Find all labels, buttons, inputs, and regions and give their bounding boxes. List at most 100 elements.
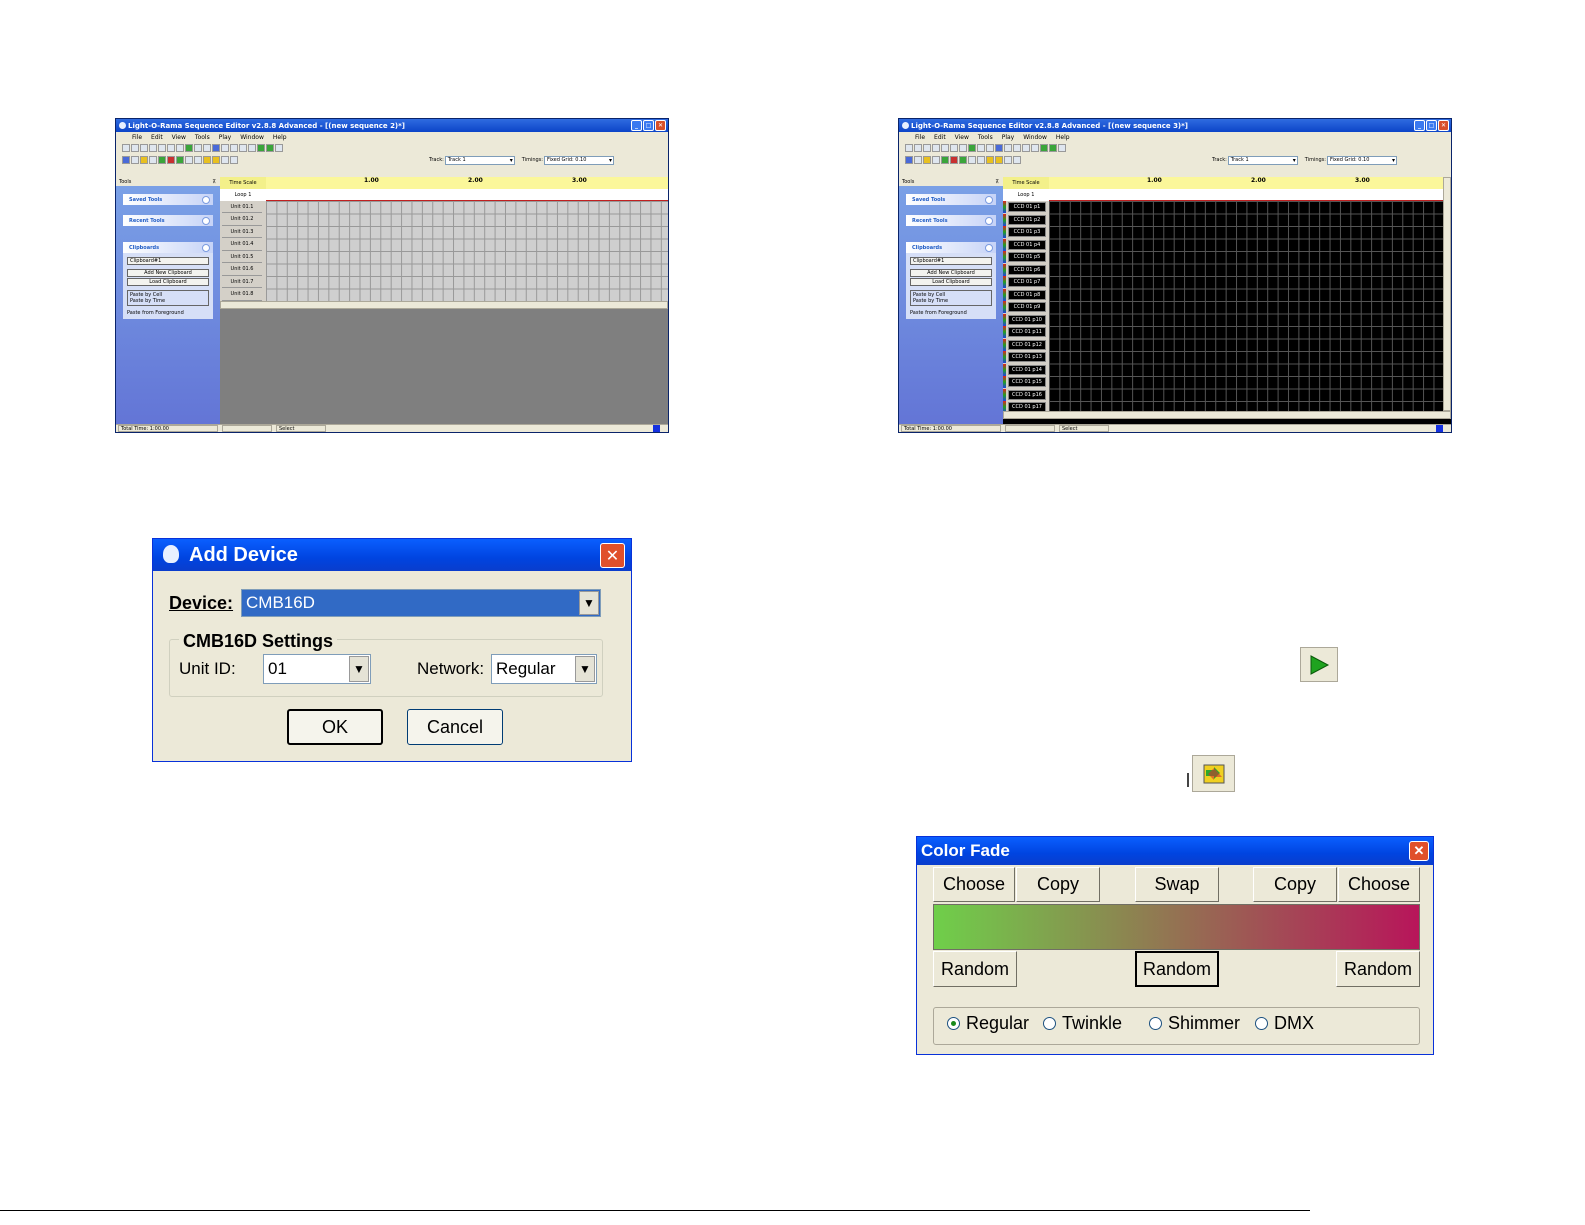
close-button[interactable]: ✕ bbox=[655, 120, 666, 131]
rgb-icon[interactable] bbox=[194, 156, 202, 164]
refresh-icon[interactable] bbox=[968, 144, 976, 152]
chevron-down-icon[interactable]: ▼ bbox=[575, 656, 595, 682]
paste-foreground-checkbox[interactable]: Paste from Foreground bbox=[910, 310, 992, 316]
clock-icon[interactable] bbox=[230, 144, 238, 152]
channel-label[interactable]: Unit 01.5 bbox=[222, 251, 262, 263]
intensity-icon[interactable] bbox=[959, 156, 967, 164]
new-icon[interactable] bbox=[905, 144, 913, 152]
channel-label[interactable]: Unit 01.3 bbox=[222, 226, 262, 238]
redo-icon[interactable] bbox=[986, 144, 994, 152]
load-clipboard-button[interactable]: Load Clipboard bbox=[910, 278, 992, 286]
shimmer-icon[interactable] bbox=[932, 156, 940, 164]
on-icon[interactable] bbox=[131, 156, 139, 164]
save-icon[interactable] bbox=[140, 144, 148, 152]
add-clipboard-button[interactable]: Add New Clipboard bbox=[910, 269, 992, 277]
ok-button[interactable]: OK bbox=[287, 709, 383, 745]
saved-tools-pane[interactable]: Saved Tools bbox=[123, 194, 213, 205]
pointer-icon[interactable] bbox=[122, 156, 130, 164]
menu-play[interactable]: Play bbox=[1002, 134, 1015, 141]
twinkle-radio[interactable]: Twinkle bbox=[1043, 1013, 1122, 1034]
copy-icon[interactable] bbox=[950, 144, 958, 152]
minimize-button[interactable]: _ bbox=[631, 120, 642, 131]
swap-button[interactable]: Swap bbox=[1135, 867, 1219, 902]
copy-start-button[interactable]: Copy bbox=[1016, 867, 1100, 902]
play-button[interactable] bbox=[1300, 647, 1338, 682]
undo-icon[interactable] bbox=[194, 144, 202, 152]
maximize-button[interactable]: □ bbox=[643, 120, 654, 131]
grid-icon[interactable] bbox=[1004, 144, 1012, 152]
color-fade-icon[interactable] bbox=[203, 156, 211, 164]
close-button[interactable]: ✕ bbox=[1438, 120, 1449, 131]
rgb-icon[interactable] bbox=[977, 156, 985, 164]
channel-label[interactable]: CCD 01 p5 bbox=[1008, 252, 1046, 262]
horizontal-scrollbar[interactable] bbox=[220, 301, 668, 309]
undo-icon[interactable] bbox=[977, 144, 985, 152]
channel-label[interactable]: CCD 01 p14 bbox=[1008, 364, 1046, 375]
track-select[interactable]: Track 1 bbox=[444, 155, 515, 165]
clock-icon[interactable] bbox=[1013, 144, 1021, 152]
fade-up-icon[interactable] bbox=[941, 156, 949, 164]
channel-label[interactable]: CCD 01 p10 bbox=[1008, 314, 1046, 325]
timings-select[interactable]: Fixed Grid: 0.10 bbox=[543, 155, 614, 165]
menu-window[interactable]: Window bbox=[1023, 134, 1047, 141]
channel-label[interactable]: CCD 01 p6 bbox=[1008, 264, 1046, 275]
paste-icon[interactable] bbox=[959, 144, 967, 152]
channel-grid[interactable] bbox=[1049, 201, 1443, 411]
menu-file[interactable]: File bbox=[915, 134, 925, 141]
maximize-button[interactable]: □ bbox=[1426, 120, 1437, 131]
channel-label[interactable]: Unit 01.7 bbox=[222, 276, 262, 288]
channel-label[interactable]: CCD 01 p11 bbox=[1008, 327, 1046, 337]
print-icon[interactable] bbox=[1031, 144, 1039, 152]
channel-label[interactable]: Unit 01.8 bbox=[222, 288, 262, 301]
zoom-icon[interactable] bbox=[212, 144, 220, 152]
color-icon[interactable] bbox=[185, 156, 193, 164]
fade-down-icon[interactable] bbox=[950, 156, 958, 164]
channel-label[interactable]: CCD 01 p15 bbox=[1008, 377, 1046, 387]
color-icon[interactable] bbox=[968, 156, 976, 164]
horizontal-scrollbar[interactable] bbox=[1003, 411, 1451, 419]
cut-icon[interactable] bbox=[941, 144, 949, 152]
star-icon[interactable] bbox=[212, 156, 220, 164]
settings-icon[interactable] bbox=[1022, 144, 1030, 152]
play-from-icon[interactable] bbox=[1049, 144, 1057, 152]
channel-label[interactable]: CCD 01 p4 bbox=[1008, 239, 1046, 250]
channel-label[interactable]: CCD 01 p12 bbox=[1008, 339, 1046, 350]
channel-label[interactable]: CCD 01 p13 bbox=[1008, 352, 1046, 362]
stop-icon[interactable] bbox=[1058, 144, 1066, 152]
saved-tools-pane[interactable]: Saved Tools bbox=[906, 194, 996, 205]
menu-tools[interactable]: Tools bbox=[978, 134, 993, 141]
shimmer-icon[interactable] bbox=[149, 156, 157, 164]
regular-radio[interactable]: Regular bbox=[947, 1013, 1029, 1034]
copy-icon[interactable] bbox=[167, 144, 175, 152]
channel-label[interactable]: Unit 01.4 bbox=[222, 238, 262, 251]
menu-help[interactable]: Help bbox=[273, 134, 287, 141]
twinkle-icon[interactable] bbox=[923, 156, 931, 164]
menu-file[interactable]: File bbox=[132, 134, 142, 141]
twinkle-icon[interactable] bbox=[140, 156, 148, 164]
menu-play[interactable]: Play bbox=[219, 134, 232, 141]
device-select[interactable]: CMB16D ▼ bbox=[241, 589, 601, 617]
clipboards-pane[interactable]: Clipboards bbox=[123, 242, 213, 253]
menu-window[interactable]: Window bbox=[240, 134, 264, 141]
track-select[interactable]: Track 1 bbox=[1227, 155, 1298, 165]
channel-label[interactable]: CCD 01 p7 bbox=[1008, 277, 1046, 287]
channel-label[interactable]: CCD 01 p9 bbox=[1008, 302, 1046, 312]
new-icon[interactable] bbox=[122, 144, 130, 152]
channel-label[interactable]: CCD 01 p8 bbox=[1008, 289, 1046, 300]
chart-icon[interactable] bbox=[1004, 156, 1012, 164]
menu-view[interactable]: View bbox=[172, 134, 186, 141]
redo-icon[interactable] bbox=[203, 144, 211, 152]
load-clipboard-button[interactable]: Load Clipboard bbox=[127, 278, 209, 286]
recent-tools-pane[interactable]: Recent Tools bbox=[123, 215, 213, 226]
random-end-button[interactable]: Random bbox=[1336, 951, 1420, 987]
channel-label[interactable]: CCD 01 p3 bbox=[1008, 227, 1046, 237]
unit-id-select[interactable]: 01 ▼ bbox=[263, 654, 371, 684]
network-select[interactable]: Regular ▼ bbox=[491, 654, 597, 684]
pin-icon[interactable]: ⊼ bbox=[995, 179, 999, 185]
play-from-icon[interactable] bbox=[266, 144, 274, 152]
star-icon[interactable] bbox=[995, 156, 1003, 164]
random-middle-button[interactable]: Random bbox=[1135, 951, 1219, 987]
intensity-icon[interactable] bbox=[176, 156, 184, 164]
zoom-icon[interactable] bbox=[995, 144, 1003, 152]
bars-icon[interactable] bbox=[1013, 156, 1021, 164]
